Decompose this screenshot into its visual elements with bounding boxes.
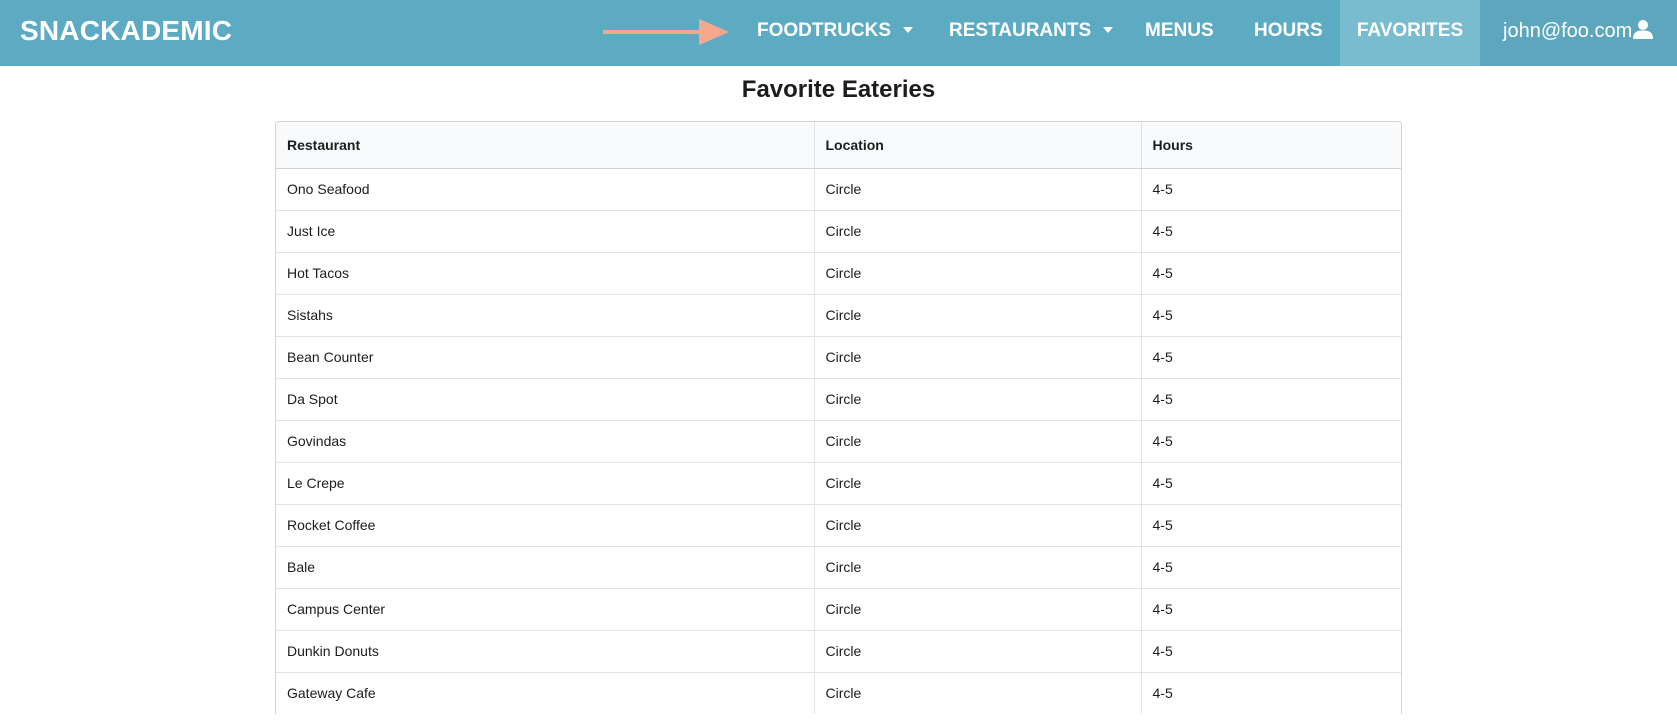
cell-location: Circle xyxy=(813,168,1141,210)
arrow-right-icon xyxy=(603,19,729,45)
cell-restaurant: Sistahs xyxy=(276,293,814,336)
user-menu[interactable]: john@foo.com xyxy=(1480,0,1677,66)
nav-hours-link[interactable]: HOURS xyxy=(1254,0,1323,66)
table-row[interactable]: Le Crepe Circle 4-5 xyxy=(276,461,1401,504)
cell-location: Circle xyxy=(813,503,1141,546)
table-row[interactable]: Gateway Cafe Circle 4-5 xyxy=(276,671,1401,714)
cell-restaurant: Just Ice xyxy=(276,209,814,252)
brand-logo[interactable]: SNACKADEMIC xyxy=(20,0,232,62)
table-row[interactable]: Ono Seafood Circle 4-5 xyxy=(276,168,1401,210)
cell-location: Circle xyxy=(813,335,1141,378)
page-title: Favorite Eateries xyxy=(741,76,936,103)
cell-hours: 4-5 xyxy=(1140,587,1401,630)
navbar: SNACKADEMIC FOODTRUCKS RESTAURANTS MENUS… xyxy=(0,0,1677,66)
caret-down-icon xyxy=(1103,26,1114,33)
cell-location: Circle xyxy=(813,629,1141,672)
cell-restaurant: Bale xyxy=(276,545,814,588)
favorites-table: Restaurant Location Hours Ono Seafood Cir… xyxy=(275,121,1402,714)
cell-restaurant: Da Spot xyxy=(276,377,814,420)
cell-restaurant: Bean Counter xyxy=(276,335,814,378)
cell-location: Circle xyxy=(813,545,1141,588)
table-header-row: Restaurant Location Hours xyxy=(276,122,1401,169)
cell-restaurant: Ono Seafood xyxy=(287,181,370,197)
cell-hours: 4-5 xyxy=(1140,168,1401,210)
cell-location: Circle xyxy=(813,377,1141,420)
caret-down-icon xyxy=(903,26,914,33)
cell-hours: 4-5 xyxy=(1140,377,1401,420)
table-row[interactable]: Sistahs Circle 4-5 xyxy=(276,293,1401,336)
table-row[interactable]: Dunkin Donuts Circle 4-5 xyxy=(276,629,1401,672)
cell-hours: 4-5 xyxy=(1140,461,1401,504)
cell-restaurant: Hot Tacos xyxy=(276,251,814,294)
cell-hours: 4-5 xyxy=(1140,503,1401,546)
cell-location: Circle xyxy=(813,293,1141,336)
cell-hours: 4-5 xyxy=(1140,335,1401,378)
cell-location: Circle xyxy=(813,671,1141,714)
column-header-hours[interactable]: Hours xyxy=(1140,122,1401,169)
cell-location: Circle xyxy=(813,209,1141,252)
nav-favorites-link[interactable]: FAVORITES xyxy=(1340,0,1480,66)
table-row[interactable]: Hot Tacos Circle 4-5 xyxy=(276,251,1401,294)
cell-hours: 4-5 xyxy=(1140,251,1401,294)
cell-hours: 4-5 xyxy=(1140,629,1401,672)
nav-restaurants-dropdown[interactable]: RESTAURANTS xyxy=(949,0,1114,66)
cell-hours: 4-5 xyxy=(1140,419,1401,462)
cell-restaurant: Le Crepe xyxy=(276,461,814,504)
cell-location: Circle xyxy=(813,251,1141,294)
cell-restaurant: Govindas xyxy=(276,419,814,462)
cell-location: Circle xyxy=(813,587,1141,630)
table-row[interactable]: Just Ice Circle 4-5 xyxy=(276,209,1401,252)
table-row[interactable]: Bean Counter Circle 4-5 xyxy=(276,335,1401,378)
cell-restaurant: Gateway Cafe xyxy=(276,671,814,714)
column-header-location[interactable]: Location xyxy=(813,122,1141,169)
cell-restaurant: Dunkin Donuts xyxy=(276,629,814,672)
cell-restaurant: Rocket Coffee xyxy=(276,503,814,546)
nav-restaurants-label: RESTAURANTS xyxy=(949,20,1092,41)
column-header-restaurant[interactable]: Restaurant xyxy=(276,122,814,169)
cell-location: Circle xyxy=(813,419,1141,462)
nav-foodtrucks-label: FOODTRUCKS xyxy=(757,20,892,41)
user-email: john@foo.com xyxy=(1503,20,1633,42)
cell-location: Circle xyxy=(813,461,1141,504)
table-body: Ono Seafood Circle 4-5 Just Ice Circle 4-5 Hot… xyxy=(276,168,1401,714)
cell-restaurant: Campus Center xyxy=(276,587,814,630)
nav-menus-link[interactable]: MENUS xyxy=(1145,0,1214,66)
table-row[interactable]: Bale Circle 4-5 xyxy=(276,545,1401,588)
table-row[interactable]: Rocket Coffee Circle 4-5 xyxy=(276,503,1401,546)
table-row[interactable]: Campus Center Circle 4-5 xyxy=(276,587,1401,630)
cell-hours: 4-5 xyxy=(1140,671,1401,714)
cell-hours: 4-5 xyxy=(1140,209,1401,252)
table-row[interactable]: Govindas Circle 4-5 xyxy=(276,419,1401,462)
user-icon xyxy=(1633,19,1654,39)
cell-hours: 4-5 xyxy=(1140,545,1401,588)
table-row[interactable]: Da Spot Circle 4-5 xyxy=(276,377,1401,420)
cell-hours: 4-5 xyxy=(1140,293,1401,336)
nav-foodtrucks-dropdown[interactable]: FOODTRUCKS xyxy=(757,0,914,66)
